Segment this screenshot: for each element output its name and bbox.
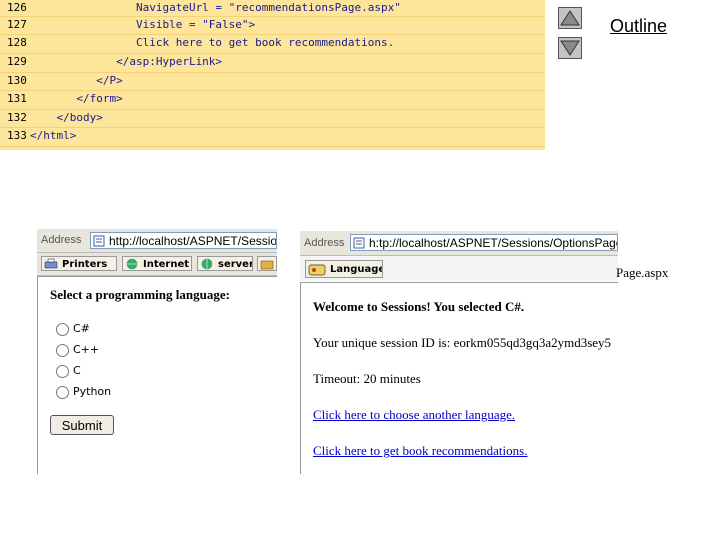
- code-text: NavigateUrl = "recommendationsPage.aspx": [30, 1, 401, 14]
- code-text: </asp:HyperLink>: [30, 55, 223, 68]
- code-line: 128 Click here to get book recommendatio…: [0, 34, 545, 52]
- address-label: Address: [41, 234, 82, 246]
- submit-button[interactable]: Submit: [50, 415, 114, 435]
- session-id-text: Your unique session ID is: eorkm055qd3gq…: [313, 335, 612, 350]
- option-label: Python: [73, 385, 112, 398]
- page-content: Welcome to Sessions! You selected C#. Yo…: [300, 282, 618, 474]
- address-input[interactable]: h:tp://localhost/ASPNET/Sessions/Options…: [350, 234, 618, 251]
- browser-window-language-select: Address http://localhost/ASPNET/Sessior …: [37, 229, 277, 474]
- next-slide-button[interactable]: [558, 37, 582, 59]
- code-line: 132 </body>: [0, 109, 545, 127]
- link-label: Printers: [62, 259, 108, 270]
- code-line: 131 </form>: [0, 90, 545, 108]
- address-bar: Address h:tp://localhost/ASPNET/Sessions…: [300, 231, 618, 256]
- figure-caption: Page.aspx: [616, 265, 669, 280]
- code-listing: 126 NavigateUrl = "recommendationsPage.a…: [0, 0, 545, 150]
- previous-slide-button[interactable]: [558, 7, 582, 29]
- timeout-text: Timeout: 20 minutes: [313, 371, 421, 386]
- option-label: C: [73, 364, 81, 377]
- code-line: 130 </P>: [0, 72, 545, 90]
- link-server[interactable]: server: [197, 256, 253, 271]
- folder-icon: [260, 260, 274, 270]
- printer-icon: [44, 258, 58, 269]
- code-text: Visible = "False">: [30, 18, 256, 31]
- triangle-down-icon: [560, 40, 580, 56]
- address-bar: Address http://localhost/ASPNET/Sessior: [37, 229, 277, 253]
- language-icon: [308, 264, 326, 276]
- browser-window-options-page: Address h:tp://localhost/ASPNET/Sessions…: [300, 231, 618, 474]
- code-text: </body>: [30, 111, 103, 124]
- code-line: 133 </html>: [0, 127, 545, 145]
- welcome-message: Welcome to Sessions! You selected C#.: [313, 299, 525, 314]
- radio-c[interactable]: [56, 365, 69, 378]
- link-printers[interactable]: Printers: [41, 256, 117, 271]
- option-label: C#: [73, 322, 90, 335]
- choose-language-link[interactable]: Click here to choose another language.: [313, 407, 515, 423]
- url-text: h:tp://localhost/ASPNET/Sessions/Options…: [369, 236, 617, 250]
- link-internet[interactable]: Internet: [122, 256, 192, 271]
- page-icon: [93, 235, 105, 247]
- globe-icon: [201, 258, 213, 270]
- code-text: </html>: [30, 129, 77, 142]
- book-recommendations-link[interactable]: Click here to get book recommendations.: [313, 443, 527, 459]
- link-more[interactable]: [257, 256, 277, 271]
- radio-python[interactable]: [56, 386, 69, 399]
- option-label: C++: [73, 343, 100, 356]
- page-content: Select a programming language: C# C++ C …: [37, 276, 277, 474]
- outline-link[interactable]: Outline: [610, 16, 667, 37]
- radio-cpp[interactable]: [56, 344, 69, 357]
- address-label: Address: [304, 237, 345, 249]
- link-label: Internet: [143, 259, 190, 270]
- code-line: 129 </asp:HyperLink>: [0, 53, 545, 71]
- url-text: http://localhost/ASPNET/Sessior: [109, 234, 277, 248]
- address-input[interactable]: http://localhost/ASPNET/Sessior: [90, 232, 277, 249]
- link-label: Language: [330, 264, 383, 275]
- code-text: </form>: [30, 92, 123, 105]
- links-bar: Printers Internet server: [37, 253, 277, 276]
- code-line: 127 Visible = "False">: [0, 16, 545, 34]
- page-heading: Select a programming language:: [50, 287, 230, 302]
- links-bar: Language: [300, 256, 618, 281]
- link-language[interactable]: Language: [305, 260, 383, 278]
- globe-icon: [126, 258, 138, 270]
- page-icon: [353, 237, 365, 249]
- code-text: Click here to get book recommendations.: [30, 36, 395, 49]
- link-label: server: [218, 259, 253, 270]
- triangle-up-icon: [560, 10, 580, 26]
- code-text: </P>: [30, 74, 123, 87]
- radio-csharp[interactable]: [56, 323, 69, 336]
- line-separator: [0, 146, 545, 147]
- code-line: 126 NavigateUrl = "recommendationsPage.a…: [0, 0, 545, 17]
